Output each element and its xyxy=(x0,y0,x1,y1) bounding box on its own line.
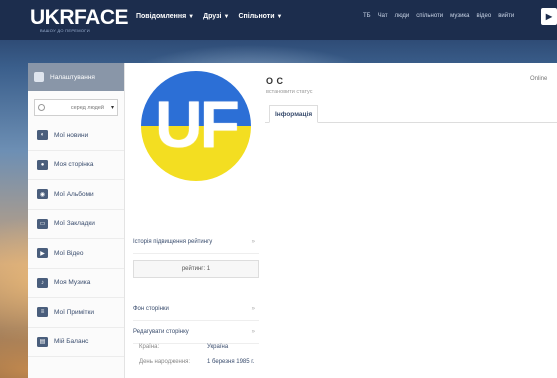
video-icon: ▶ xyxy=(37,248,48,259)
nav-link-tv[interactable]: ТБ xyxy=(363,13,371,19)
sidebar-item-label: Моя сторінка xyxy=(54,161,94,169)
chevron-right-icon: » xyxy=(251,306,255,312)
music-icon: ♪ xyxy=(37,277,48,288)
chevron-down-icon: ▼ xyxy=(276,13,283,20)
country-label: Країна: xyxy=(139,343,160,350)
sidebar-item-balance[interactable]: ▤ Мій Баланс xyxy=(28,328,124,357)
settings-icon xyxy=(34,72,44,82)
sidebar-item-label: Мої Відео xyxy=(54,249,84,257)
chevron-down-icon: ▼ xyxy=(188,13,195,20)
balance-icon: ▤ xyxy=(37,336,48,347)
sidebar-item-label: Мої Примітки xyxy=(54,308,94,316)
nav-messages-label: Повідомлення xyxy=(136,13,187,20)
logo-subtitle: ВАШОУ ДО ПЕРЕМОГИ xyxy=(40,28,90,33)
photo-column: UF xyxy=(133,63,259,223)
rating-value: рейтинг: 1 xyxy=(181,266,211,272)
info-birthday: День народження: 1 березня 1985 г. xyxy=(139,354,254,369)
sidebar-menu: ◐ Мої новини ● Моя сторінка ◉ Мої Альбом… xyxy=(28,121,124,357)
bookmark-icon: ▭ xyxy=(37,218,48,229)
nav-messages[interactable]: Повідомлення ▼ xyxy=(136,13,194,20)
sidebar-item-bookmarks[interactable]: ▭ Мої Закладки xyxy=(28,210,124,239)
sidebar-item-label: Мої Альбоми xyxy=(54,190,94,198)
exit-button[interactable]: ▶ xyxy=(541,8,557,25)
nav-link-people[interactable]: люди xyxy=(395,13,410,19)
secondary-nav: ТБ Чат люди спільноти музика відео вийти xyxy=(363,13,514,19)
online-status: Online xyxy=(530,76,548,82)
sidebar-item-music[interactable]: ♪ Моя Музика xyxy=(28,269,124,298)
sidebar-item-label: Мій Баланс xyxy=(54,338,89,346)
user-icon: ● xyxy=(37,159,48,170)
nav-link-logout[interactable]: вийти xyxy=(498,13,514,19)
left-sidebar: Налаштування ▾ ◐ Мої новини ● Моя сторін… xyxy=(28,63,125,378)
profile-actions: Історія підвищення рейтингу » рейтинг: 1… xyxy=(133,231,259,344)
nav-link-video[interactable]: відео xyxy=(477,13,492,19)
sidebar-item-label: Моя Музика xyxy=(54,279,91,287)
info-country: Країна: Україна xyxy=(139,339,254,354)
page-background-label: Фон сторінки xyxy=(133,306,169,312)
page-background-link[interactable]: Фон сторінки » xyxy=(133,298,259,321)
top-header: UKRFACE ВАШОУ ДО ПЕРЕМОГИ Повідомлення ▼… xyxy=(0,0,557,40)
tab-information[interactable]: Інформація xyxy=(269,105,319,123)
main-nav: Повідомлення ▼ Друзі ▼ Спільноти ▼ xyxy=(136,13,282,20)
sidebar-item-my-page[interactable]: ● Моя сторінка xyxy=(28,151,124,180)
sidebar-item-albums[interactable]: ◉ Мої Альбоми xyxy=(28,180,124,210)
nav-link-communities[interactable]: спільноти xyxy=(416,13,443,19)
settings-bar[interactable]: Налаштування xyxy=(28,63,124,91)
chevron-right-icon: » xyxy=(251,329,255,335)
sidebar-item-video[interactable]: ▶ Мої Відео xyxy=(28,239,124,269)
set-status-link[interactable]: встановити статус xyxy=(266,89,313,95)
nav-friends[interactable]: Друзі ▼ xyxy=(203,13,229,20)
birthday-label: День народження: xyxy=(139,358,191,365)
avatar[interactable]: UF xyxy=(141,71,251,181)
birthday-value[interactable]: 1 березня 1985 г. xyxy=(207,359,254,365)
people-search: ▾ xyxy=(34,99,118,116)
nav-communities-label: Спільноти xyxy=(238,13,275,20)
sidebar-item-label: Мої Закладки xyxy=(54,220,95,228)
search-icon xyxy=(38,104,45,111)
search-input[interactable] xyxy=(51,104,104,111)
sidebar-item-label: Мої новини xyxy=(54,131,89,139)
profile-info: Країна: Україна День народження: 1 берез… xyxy=(139,339,254,369)
sidebar-item-news[interactable]: ◐ Мої новини xyxy=(28,121,124,151)
search-dropdown-icon[interactable]: ▾ xyxy=(111,104,114,111)
chevron-down-icon: ▼ xyxy=(223,13,230,20)
news-icon: ◐ xyxy=(37,130,48,141)
settings-label: Налаштування xyxy=(50,73,95,81)
rating-box: рейтинг: 1 xyxy=(133,260,259,278)
nav-link-music[interactable]: музика xyxy=(450,13,469,19)
rating-history-link[interactable]: Історія підвищення рейтингу » xyxy=(133,231,259,254)
country-value[interactable]: Україна xyxy=(207,344,228,350)
rating-history-label: Історія підвищення рейтингу xyxy=(133,239,213,245)
sidebar-item-notes[interactable]: ≡ Мої Примітки xyxy=(28,298,124,328)
chevron-right-icon: » xyxy=(251,239,255,245)
notes-icon: ≡ xyxy=(37,307,48,318)
avatar-logo-text: UF xyxy=(155,87,240,161)
nav-communities[interactable]: Спільноти ▼ xyxy=(238,13,282,20)
profile-card: UF Історія підвищення рейтингу » рейтинг… xyxy=(125,63,557,378)
edit-page-label: Редагувати сторінку xyxy=(133,329,189,335)
nav-friends-label: Друзі xyxy=(203,13,222,20)
site-logo[interactable]: UKRFACE xyxy=(30,7,129,28)
nav-link-chat[interactable]: Чат xyxy=(378,13,388,19)
arrow-right-icon: ▶ xyxy=(545,12,553,21)
camera-icon: ◉ xyxy=(37,189,48,200)
tab-information-label: Інформація xyxy=(275,110,313,118)
profile-name: O C xyxy=(266,76,284,86)
